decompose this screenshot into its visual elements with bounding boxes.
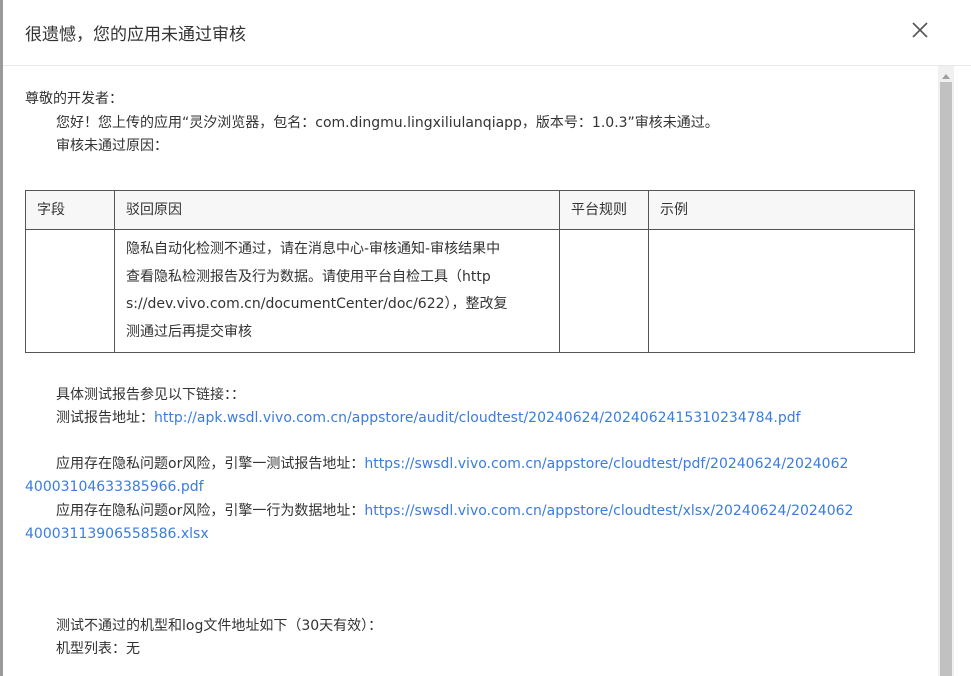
close-icon bbox=[912, 22, 928, 38]
scroll-up-button[interactable] bbox=[938, 68, 954, 82]
report-address: 测试报告地址：http://apk.wsdl.vivo.com.cn/appst… bbox=[56, 407, 801, 430]
dialog-header: 很遗憾，您的应用未通过审核 bbox=[3, 0, 971, 66]
behavior-data-label: 应用存在隐私问题or风险，引擎一行为数据地址： bbox=[56, 503, 365, 519]
devices-heading: 测试不通过的机型和log文件地址如下（30天有效）： bbox=[56, 618, 383, 634]
reason-line: 测通过后再提交审核 bbox=[126, 323, 252, 340]
device-list: 机型列表：无 bbox=[56, 641, 140, 657]
table-header-row: 字段 驳回原因 平台规则 示例 bbox=[25, 190, 915, 230]
behavior-data-line-cont: 40003113906558586.xlsx bbox=[25, 523, 209, 546]
column-header-reason: 驳回原因 bbox=[114, 190, 560, 230]
privacy-report-line-cont: 40003104633385966.pdf bbox=[25, 476, 204, 499]
intro-text: 您好！您上传的应用“灵汐浏览器，包名：com.dingmu.lingxiliul… bbox=[56, 115, 719, 131]
report-address-label: 测试报告地址： bbox=[56, 410, 154, 426]
cell-reason: 隐私自动化检测不通过，请在消息中心-审核通知-审核结果中 查看隐私检测报告及行为… bbox=[114, 229, 560, 353]
review-table: 字段 驳回原因 平台规则 示例 隐私自动化检测不通过，请在消息中心-审核通知-审… bbox=[25, 190, 915, 353]
vertical-scrollbar[interactable] bbox=[938, 66, 954, 676]
reason-line: 隐私自动化检测不通过，请在消息中心-审核通知-审核结果中 bbox=[126, 241, 501, 257]
privacy-report-line: 应用存在隐私问题or风险，引擎一测试报告地址：https://swsdl.viv… bbox=[56, 453, 848, 476]
reason-line: 查看隐私检测报告及行为数据。请使用平台自检工具（http bbox=[126, 268, 491, 285]
close-button[interactable] bbox=[909, 19, 931, 41]
report-address-link[interactable]: http://apk.wsdl.vivo.com.cn/appstore/aud… bbox=[154, 410, 801, 426]
cell-field bbox=[25, 229, 115, 353]
greeting-text: 尊敬的开发者： bbox=[25, 91, 123, 107]
report-intro: 具体测试报告参见以下链接：： bbox=[56, 387, 245, 403]
privacy-report-link[interactable]: https://swsdl.vivo.com.cn/appstore/cloud… bbox=[364, 456, 848, 472]
dialog-title: 很遗憾，您的应用未通过审核 bbox=[25, 25, 246, 45]
column-header-example: 示例 bbox=[648, 190, 915, 230]
behavior-data-link-cont[interactable]: 40003113906558586.xlsx bbox=[25, 526, 209, 542]
scroll-thumb[interactable] bbox=[940, 82, 952, 676]
reason-heading: 审核未通过原因： bbox=[56, 138, 168, 154]
behavior-data-link[interactable]: https://swsdl.vivo.com.cn/appstore/cloud… bbox=[364, 503, 853, 519]
behavior-data-line: 应用存在隐私问题or风险，引擎一行为数据地址：https://swsdl.viv… bbox=[56, 500, 853, 523]
arrow-up-icon bbox=[942, 74, 950, 79]
right-gutter bbox=[954, 66, 971, 676]
reason-line: s://dev.vivo.com.cn/documentCenter/doc/6… bbox=[126, 296, 508, 312]
column-header-rule: 平台规则 bbox=[559, 190, 649, 230]
table-row: 隐私自动化检测不通过，请在消息中心-审核通知-审核结果中 查看隐私检测报告及行为… bbox=[25, 229, 915, 353]
column-header-field: 字段 bbox=[25, 190, 115, 230]
privacy-report-link-cont[interactable]: 40003104633385966.pdf bbox=[25, 479, 204, 495]
privacy-report-label: 应用存在隐私问题or风险，引擎一测试报告地址： bbox=[56, 456, 365, 472]
cell-example bbox=[648, 229, 915, 353]
dialog-body: 尊敬的开发者： 您好！您上传的应用“灵汐浏览器，包名：com.dingmu.li… bbox=[3, 66, 938, 676]
cell-rule bbox=[559, 229, 649, 353]
